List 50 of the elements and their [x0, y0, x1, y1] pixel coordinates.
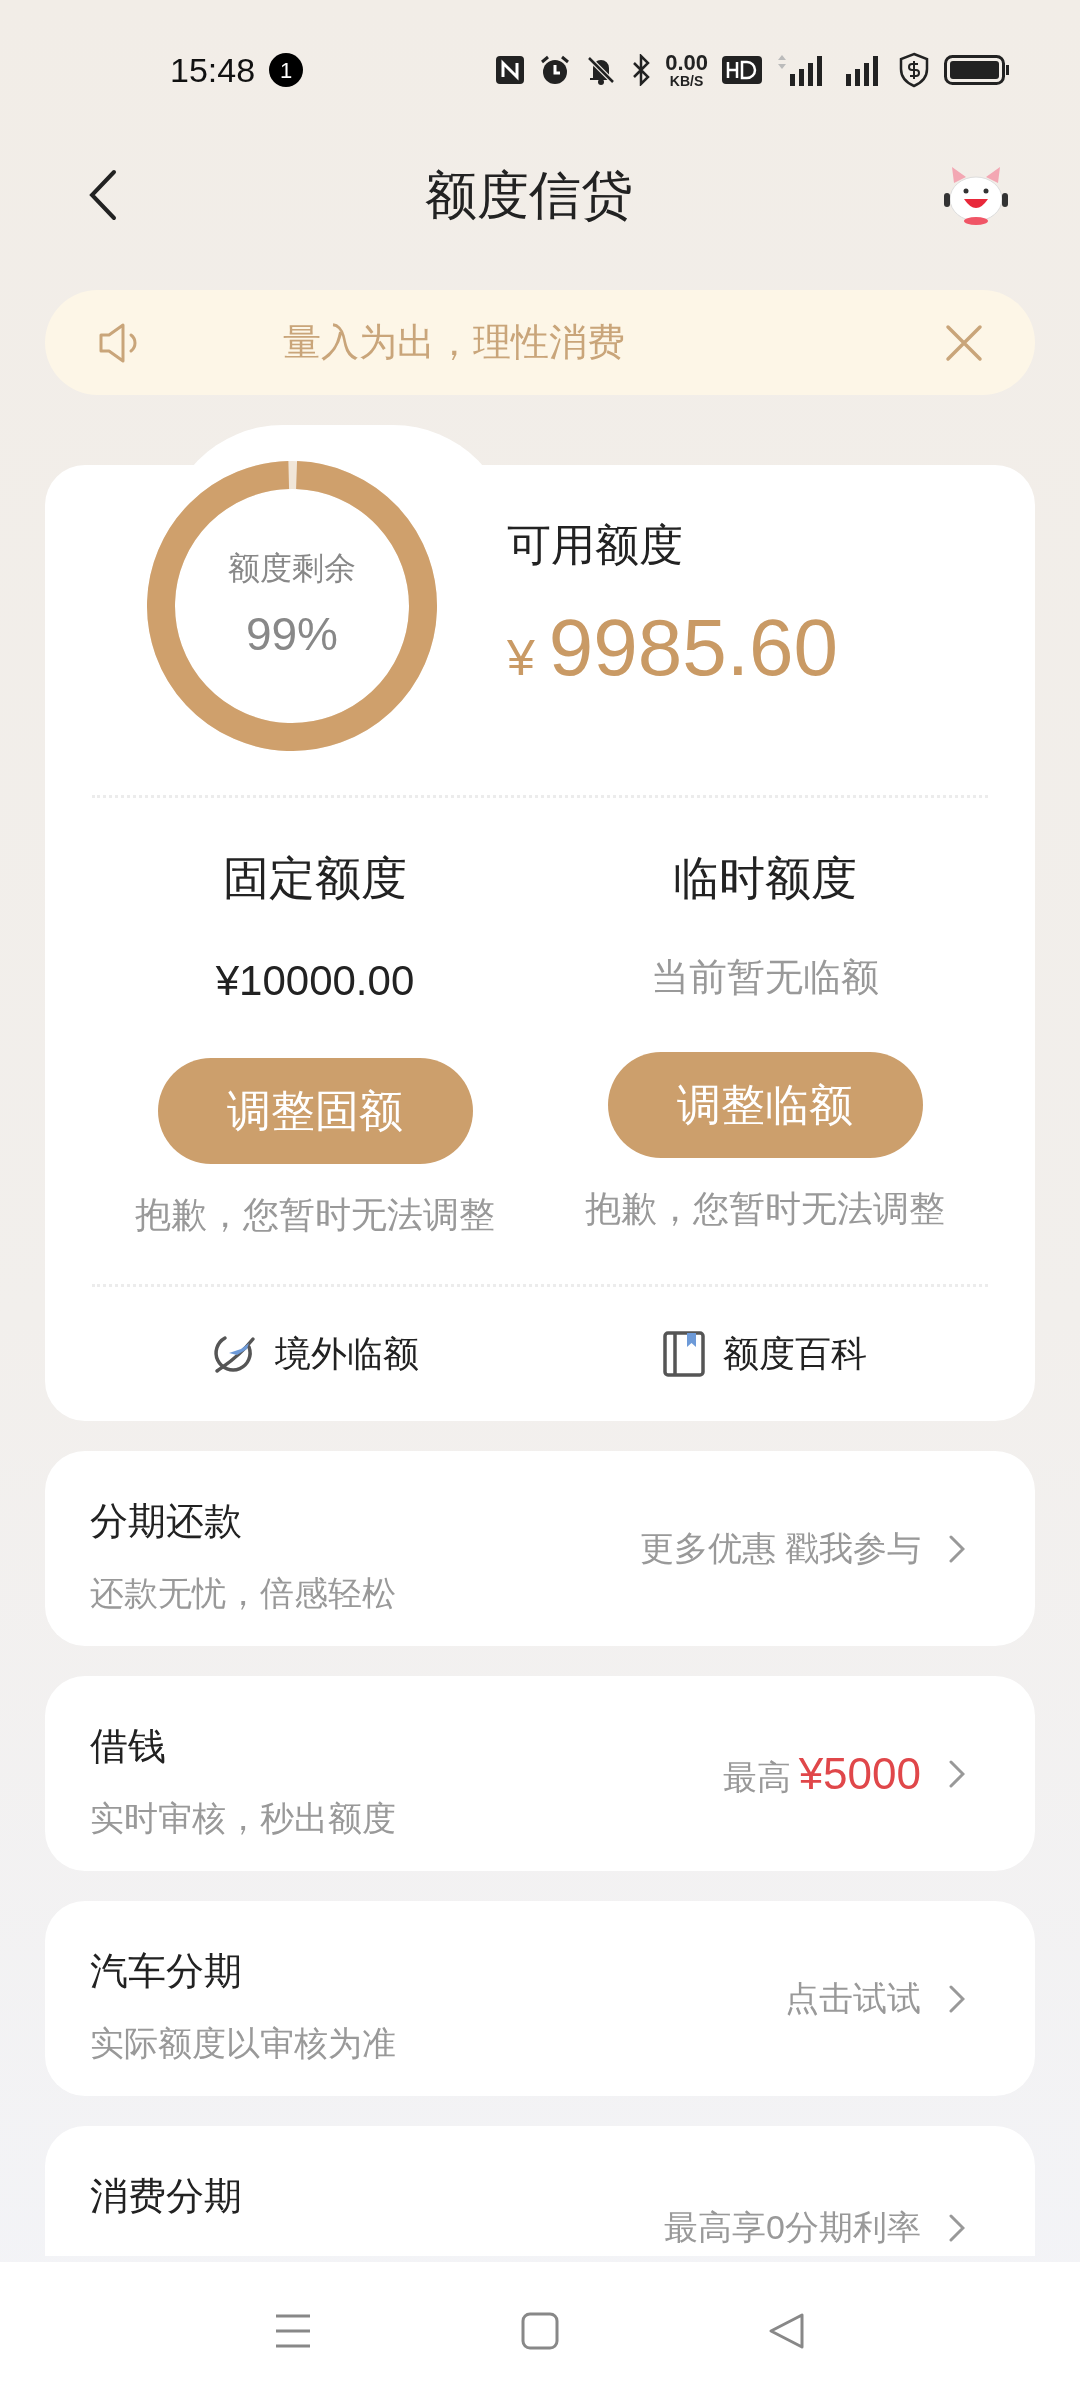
back-nav-icon[interactable]	[767, 2312, 806, 2350]
available-amount: 9985.60	[548, 602, 838, 694]
service-card[interactable]: 借钱 实时审核，秒出额度 最高 ¥5000	[45, 1676, 1035, 1871]
ring-label: 额度剩余	[228, 548, 356, 588]
service-action: 最高 ¥5000	[722, 1747, 921, 1800]
chevron-right-icon	[949, 1984, 965, 2013]
service-action: 点击试试	[785, 1978, 921, 2019]
status-time: 15:48	[170, 49, 256, 91]
service-action: 最高享0分期利率	[664, 2207, 921, 2248]
network-speed-unit: KB/S	[669, 74, 704, 88]
close-icon[interactable]	[945, 323, 983, 362]
service-subtitle: 还款无忧，倍感轻松	[90, 1573, 396, 1614]
bluetooth-icon	[631, 54, 652, 86]
adjust-note: 抱歉，您暂时无法调整	[135, 1193, 495, 1237]
service-title: 借钱	[90, 1724, 167, 1769]
network-speed: 0.00	[665, 52, 708, 74]
chevron-right-icon	[949, 1759, 965, 1788]
book-icon	[663, 1331, 705, 1377]
service-card[interactable]: 分期还款 还款无忧，倍感轻松 更多优惠 戳我参与	[45, 1451, 1035, 1646]
adjust-note: 抱歉，您暂时无法调整	[585, 1187, 945, 1231]
battery-icon	[944, 55, 1010, 85]
alarm-icon	[539, 54, 572, 86]
menu-icon[interactable]	[274, 2312, 313, 2350]
service-title: 分期还款	[90, 1499, 243, 1544]
quota-title: 固定额度	[223, 851, 407, 906]
currency-symbol: ¥	[507, 629, 535, 688]
shield-icon	[898, 52, 930, 88]
hd-icon	[722, 56, 762, 84]
page-title: 额度信贷	[425, 165, 633, 226]
quota-link[interactable]: 额度百科	[540, 1327, 990, 1381]
notification-count: 1	[269, 53, 304, 87]
service-subtitle: 实际额度以审核为准	[90, 2023, 396, 2064]
service-card[interactable]: 汽车分期 实际额度以审核为准 点击试试	[45, 1901, 1035, 2096]
quota-value: 当前暂无临额	[651, 955, 879, 1000]
quota-link[interactable]: 境外临额	[90, 1327, 540, 1381]
chevron-right-icon	[949, 1534, 965, 1563]
back-icon[interactable]	[88, 169, 118, 221]
service-subtitle: 实时审核，秒出额度	[90, 1798, 396, 1839]
home-icon[interactable]	[521, 2312, 559, 2350]
chevron-right-icon	[949, 2213, 965, 2242]
quota-title: 临时额度	[673, 851, 857, 906]
service-title: 汽车分期	[90, 1949, 243, 1994]
service-title: 消费分期	[90, 2174, 242, 2219]
notice-text: 量入为出，理性消费	[283, 320, 625, 365]
ring-value: 99%	[245, 606, 339, 662]
nfc-icon	[495, 55, 526, 85]
service-card[interactable]: 消费分期 最高享0分期利率	[45, 2126, 1035, 2256]
quota-value: ¥10000.00	[215, 956, 415, 1006]
service-action: 更多优惠 戳我参与	[639, 1528, 921, 1569]
available-label: 可用额度	[507, 519, 684, 571]
